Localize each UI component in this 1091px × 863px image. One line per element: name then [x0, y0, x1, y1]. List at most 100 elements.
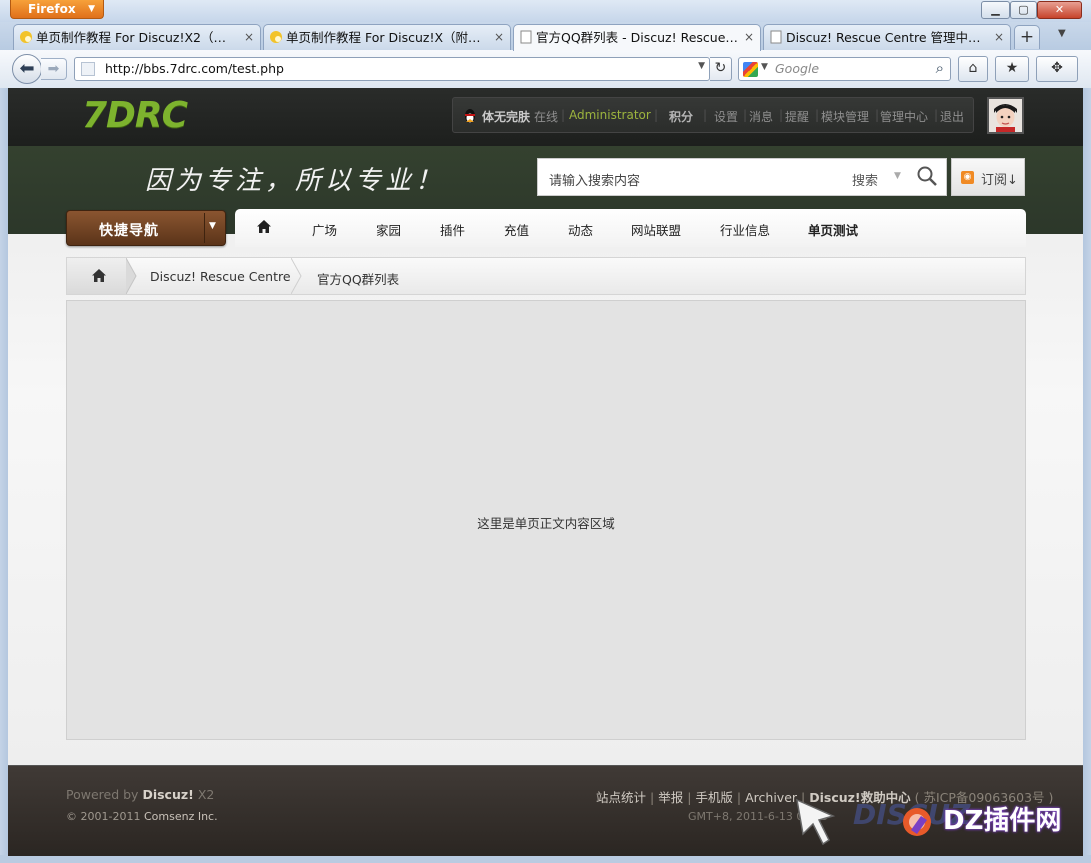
tab-title: 官方QQ群列表 - Discuz! Rescue Ce...: [536, 30, 738, 45]
settings-link[interactable]: 设置: [714, 108, 738, 125]
logout-link[interactable]: 退出: [940, 108, 964, 125]
window-frame-left: [0, 88, 8, 863]
user-group-link[interactable]: Administrator: [569, 108, 651, 122]
separator: |: [650, 790, 655, 805]
firefox-menu-label: Firefox: [28, 2, 76, 16]
close-tab-icon[interactable]: ×: [494, 25, 504, 50]
tab-title: Discuz! Rescue Centre 管理中心 - ...: [786, 30, 988, 45]
minimize-button[interactable]: ▁: [981, 1, 1010, 19]
footer-stats-link[interactable]: 站点统计: [596, 790, 646, 805]
search-type-select[interactable]: 搜索: [852, 170, 878, 189]
powered-brand-link[interactable]: Discuz!: [142, 787, 193, 802]
powered-prefix: Powered by: [66, 787, 139, 802]
tab-title: 单页制作教程 For Discuz!X（附各种...: [286, 30, 488, 45]
list-all-tabs-icon[interactable]: ▼: [1058, 28, 1066, 39]
forward-arrow-icon: ➡: [47, 61, 60, 77]
quick-nav-label: 快捷导航: [99, 223, 159, 239]
admin-center-link[interactable]: 管理中心: [880, 108, 928, 125]
tab-2[interactable]: 单页制作教程 For Discuz!X（附各种... ×: [263, 24, 511, 50]
url-bar[interactable]: http://bbs.7drc.com/test.php ▼: [74, 57, 710, 81]
window-frame-right: [1083, 88, 1091, 863]
search-placeholder: Google: [775, 61, 820, 76]
avatar[interactable]: [987, 97, 1024, 134]
search-icon[interactable]: [915, 165, 939, 189]
forward-button[interactable]: ➡: [41, 58, 67, 80]
close-tab-icon[interactable]: ×: [994, 25, 1004, 50]
site-logo[interactable]: 7DRC: [82, 97, 188, 135]
nav-item-single-page[interactable]: 单页测试: [808, 220, 858, 239]
page-icon: [520, 30, 532, 44]
tab-title: 单页制作教程 For Discuz!X2（更新...: [36, 30, 238, 45]
nav-item-recharge[interactable]: 充值: [504, 220, 529, 239]
chevron-down-icon[interactable]: ▼: [209, 221, 216, 231]
copyright: © 2001-2011 Comsenz Inc.: [66, 810, 218, 823]
nav-item-home[interactable]: 家园: [376, 220, 401, 239]
back-button[interactable]: ⬅: [12, 54, 42, 84]
separator: |: [687, 790, 692, 805]
nav-item-industry[interactable]: 行业信息: [720, 220, 770, 239]
nav-item-plaza[interactable]: 广场: [312, 220, 337, 239]
maximize-button[interactable]: ▢: [1010, 1, 1037, 19]
close-tab-icon[interactable]: ×: [244, 25, 254, 50]
new-tab-label: +: [1019, 27, 1035, 47]
breadcrumb-forum-link[interactable]: Discuz! Rescue Centre: [150, 269, 291, 284]
notifications-link[interactable]: 提醒: [785, 108, 809, 125]
module-manage-link[interactable]: 模块管理: [821, 108, 869, 125]
watermark-logo: DISCUZ DZ插件网: [795, 794, 1085, 854]
url-history-dropdown-icon[interactable]: ▼: [698, 61, 705, 71]
watermark-text: DZ插件网: [943, 806, 1062, 836]
page-icon: [770, 30, 782, 44]
chevron-down-icon: ▼: [88, 4, 95, 14]
close-tab-icon[interactable]: ×: [744, 25, 754, 50]
content-text: 这里是单页正文内容区域: [477, 516, 615, 531]
main-nav: 广场 家园 插件 充值 动态 网站联盟 行业信息 单页测试: [235, 209, 1026, 247]
messages-link[interactable]: 消息: [749, 108, 773, 125]
close-window-button[interactable]: ✕: [1037, 1, 1082, 19]
powered-by: Powered by Discuz! X2: [66, 787, 214, 802]
qq-penguin-icon: [463, 108, 477, 124]
breadcrumb-home[interactable]: [67, 258, 127, 294]
points-link[interactable]: 积分: [669, 108, 693, 125]
bookmarks-button[interactable]: ★: [995, 56, 1029, 82]
online-status[interactable]: 在线: [534, 108, 558, 125]
separator: |: [875, 108, 880, 122]
subscribe-label: 订阅↓: [981, 173, 1018, 188]
engine-dropdown-icon[interactable]: ▼: [761, 62, 768, 72]
footer-report-link[interactable]: 举报: [658, 790, 683, 805]
addons-button[interactable]: ✥: [1036, 56, 1078, 82]
window-frame-bottom: [0, 855, 1091, 863]
site-slogan: 因为专注，所以专业！: [145, 166, 446, 196]
home-icon[interactable]: [256, 219, 272, 235]
tab-3-active[interactable]: 官方QQ群列表 - Discuz! Rescue Ce... ×: [513, 24, 761, 51]
footer-mobile-link[interactable]: 手机版: [695, 790, 733, 805]
bookmark-star-icon: ★: [1005, 60, 1019, 76]
search-input[interactable]: 请输入搜索内容: [549, 170, 640, 189]
search-icon[interactable]: ⌕: [936, 59, 944, 77]
tab-4[interactable]: Discuz! Rescue Centre 管理中心 - ... ×: [763, 24, 1011, 50]
content-area: 这里是单页正文内容区域: [66, 300, 1026, 740]
copyright-years: © 2001-2011: [66, 810, 141, 823]
divider: [204, 213, 205, 243]
reload-button[interactable]: ↻: [710, 57, 732, 81]
footer-archiver-link[interactable]: Archiver: [745, 790, 797, 805]
separator: |: [736, 790, 742, 805]
nav-item-feed[interactable]: 动态: [568, 220, 593, 239]
tab-favicon-icon: [270, 31, 282, 43]
nav-item-union[interactable]: 网站联盟: [631, 220, 681, 239]
breadcrumb-chevron-icon: [126, 258, 137, 294]
tab-1[interactable]: 单页制作教程 For Discuz!X2（更新... ×: [13, 24, 261, 50]
google-icon: [743, 62, 758, 77]
copyright-company-link[interactable]: Comsenz Inc.: [144, 810, 218, 823]
separator: |: [654, 108, 659, 122]
site-search-box[interactable]: 请输入搜索内容 搜索 ▼: [537, 158, 947, 196]
home-button[interactable]: ⌂: [958, 56, 988, 82]
quick-nav-button[interactable]: 快捷导航 ▼: [66, 210, 226, 246]
chevron-down-icon[interactable]: ▼: [894, 171, 901, 181]
search-engine-box[interactable]: ▼ Google ⌕: [738, 57, 951, 81]
subscribe-button[interactable]: ◉ 订阅↓: [951, 158, 1025, 196]
firefox-menu-button[interactable]: Firefox ▼: [10, 0, 104, 19]
user-nickname[interactable]: 体无完肤: [482, 108, 530, 125]
title-bar: [0, 0, 1091, 22]
new-tab-button[interactable]: +: [1014, 25, 1040, 49]
nav-item-plugins[interactable]: 插件: [440, 220, 465, 239]
